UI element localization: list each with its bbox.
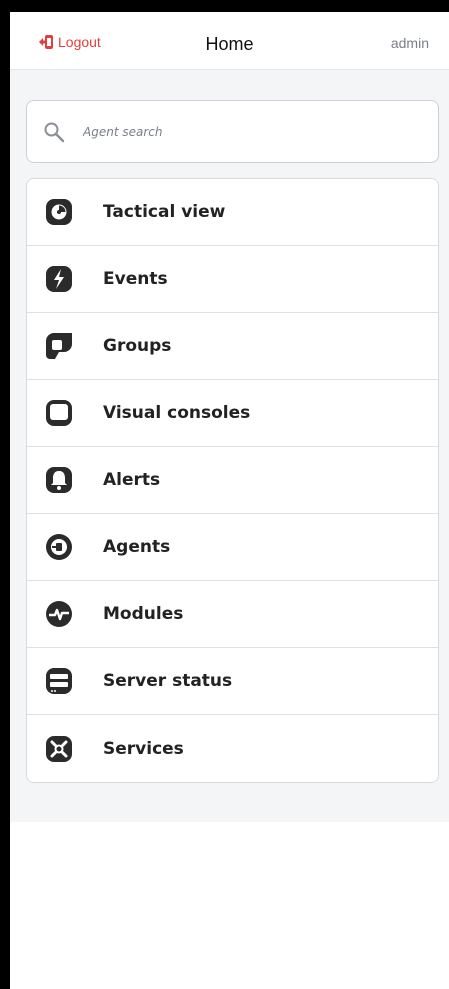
services-icon: [46, 735, 72, 762]
menu-item-modules[interactable]: Modules: [27, 581, 438, 648]
menu-item-label: Visual consoles: [103, 403, 251, 423]
main-content: Tactical view Events Groups Visual conso…: [10, 70, 449, 822]
menu-item-label: Groups: [103, 336, 172, 356]
top-bar: Logout Home admin: [10, 12, 449, 70]
logout-icon: [39, 35, 53, 49]
tactical-view-icon: [46, 199, 72, 225]
agent-search-input[interactable]: [83, 124, 383, 139]
agents-icon: [46, 534, 72, 560]
menu-item-events[interactable]: Events: [27, 246, 438, 313]
menu-item-label: Agents: [103, 537, 171, 557]
menu-item-groups[interactable]: Groups: [27, 313, 438, 380]
modules-icon: [46, 601, 72, 627]
menu-item-agents[interactable]: Agents: [27, 514, 438, 581]
search-icon: [44, 122, 65, 142]
logout-button[interactable]: Logout: [38, 34, 101, 50]
alerts-icon: [46, 467, 72, 493]
agent-search-box[interactable]: [26, 100, 439, 163]
menu-item-tactical-view[interactable]: Tactical view: [27, 179, 438, 246]
menu-item-label: Services: [103, 738, 184, 759]
visual-consoles-icon: [46, 400, 72, 426]
menu-item-label: Events: [103, 269, 168, 289]
menu-item-label: Alerts: [103, 470, 161, 490]
groups-icon: [46, 333, 72, 359]
events-icon: [46, 266, 72, 292]
menu-item-label: Modules: [103, 604, 184, 624]
logout-label: Logout: [58, 34, 101, 50]
main-menu: Tactical view Events Groups Visual conso…: [26, 178, 439, 783]
menu-item-label: Tactical view: [103, 202, 226, 222]
server-status-icon: [46, 668, 72, 694]
username[interactable]: admin: [391, 35, 429, 51]
menu-item-alerts[interactable]: Alerts: [27, 447, 438, 514]
menu-item-label: Server status: [103, 671, 233, 691]
menu-item-visual-consoles[interactable]: Visual consoles: [27, 380, 438, 447]
menu-item-services[interactable]: Services: [27, 715, 438, 782]
menu-item-server-status[interactable]: Server status: [27, 648, 438, 715]
page-footer-area: [10, 822, 449, 989]
